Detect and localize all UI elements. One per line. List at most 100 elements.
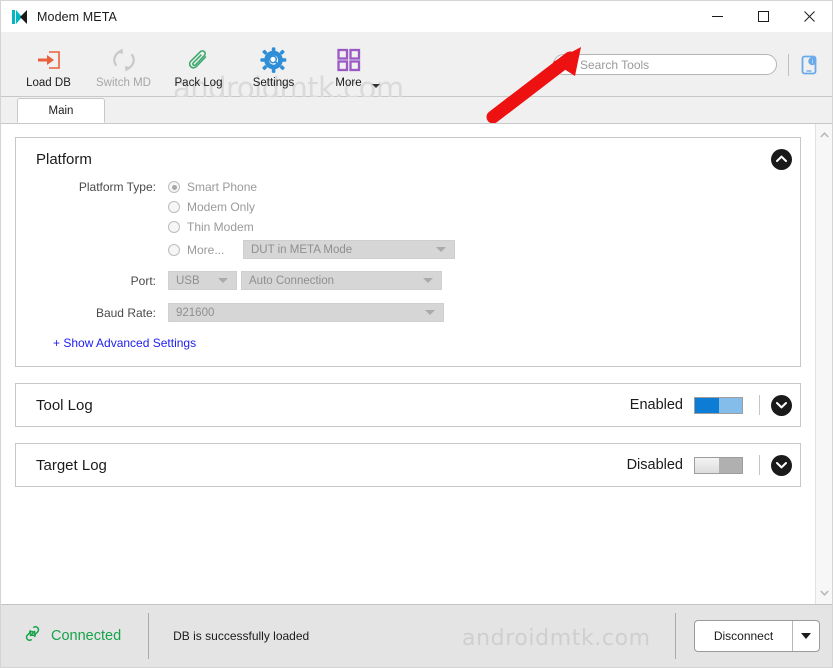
row-thin-modem: Thin Modem [16,220,800,234]
dropdown-port-type[interactable]: USB [168,271,237,290]
chevron-down-circle-icon[interactable] [771,454,792,476]
load-db-icon [32,45,66,75]
tab-main-label: Main [48,104,74,117]
dropdown-dut-mode[interactable]: DUT in META Mode [243,240,455,259]
link-icon [23,624,42,648]
search-input[interactable] [578,56,768,73]
status-bar-divider [148,613,150,659]
radio-thin-modem-indicator [168,221,180,233]
toolbar-button-load-db[interactable]: Load DB [11,41,86,89]
target-log-toggle-track [719,457,742,473]
dropdown-dut-mode-value: DUT in META Mode [251,243,353,256]
connection-status-text: Connected [51,628,122,644]
chevron-down-circle-icon[interactable] [771,394,792,416]
target-log-divider [759,455,760,475]
paperclip-icon [182,45,216,75]
label-port: Port: [130,273,156,288]
tool-log-toggle[interactable] [694,396,743,414]
row-more-dut: More... DUT in META Mode [16,240,800,259]
dropdown-baud-rate-value: 921600 [176,306,215,319]
panel-platform-header: Platform [16,138,800,180]
radio-thin-modem[interactable]: Thin Modem [168,220,254,234]
status-bar-actions: Disconnect [675,613,820,659]
target-log-toggle[interactable] [694,456,743,474]
radio-more[interactable]: More... [168,243,239,257]
radio-more-indicator [168,243,180,256]
toolbar-search-area: i [553,33,832,96]
minimize-button[interactable] [694,1,740,32]
toolbar-button-pack-log[interactable]: Pack Log [161,41,236,89]
panel-tool-log-title: Tool Log [36,396,93,414]
label-baud-rate: Baud Rate: [95,305,156,320]
tab-main[interactable]: Main [17,98,105,123]
toolbar-button-more[interactable]: More [311,41,386,89]
toolbar-label-settings: Settings [252,76,295,89]
connection-status: Connected [23,624,121,648]
toolbar-button-switch-md[interactable]: Switch MD [86,41,161,89]
status-bar: Connected DB is successfully loaded andr… [1,604,832,667]
chevron-up-circle-icon[interactable] [771,148,792,170]
panel-tool-log-header: Tool Log Enabled [16,384,800,426]
toolbar-button-settings[interactable]: Settings [236,41,311,89]
panel-platform-body: Platform Type: Smart Phone Modem Only Th… [16,180,800,366]
radio-smart-phone-label: Smart Phone [187,180,258,194]
maximize-button[interactable] [740,1,786,32]
radio-modem-only-label: Modem Only [187,200,256,214]
switch-md-icon [107,45,141,75]
radio-more-label: More... [187,242,225,257]
toolbar-buttons: Load DB Switch MD Pack Log Settings More [1,41,386,89]
chevron-down-icon [436,247,446,252]
toolbar-divider [788,53,789,76]
search-icon [562,56,573,74]
radio-smart-phone[interactable]: Smart Phone [168,180,257,194]
panel-target-log: Target Log Disabled [15,443,801,487]
target-log-toggle-knob [695,457,719,473]
chevron-down-icon [423,278,433,283]
toolbar-label-load-db: Load DB [26,76,71,89]
application-window: Modem META androidmtk.com Load DB Switch… [0,0,833,668]
disconnect-button-group[interactable]: Disconnect [694,620,820,652]
row-modem-only: Modem Only [16,200,800,214]
dropdown-baud-rate[interactable]: 921600 [168,303,444,322]
gear-icon [257,45,291,75]
chevron-up-icon[interactable] [816,128,833,142]
disconnect-button[interactable]: Disconnect [695,621,792,651]
toolbar-label-switch-md: Switch MD [96,76,151,89]
toolbar-label-more: More [335,76,362,89]
tab-strip: Main [1,97,832,124]
row-baud-rate: Baud Rate: 921600 [16,303,800,322]
radio-modem-only[interactable]: Modem Only [168,200,255,214]
tool-log-divider [759,395,760,415]
close-button[interactable] [786,1,832,32]
title-bar: Modem META [1,1,832,33]
show-advanced-settings-link[interactable]: + Show Advanced Settings [53,336,800,350]
window-title: Modem META [37,9,117,24]
row-platform-type: Platform Type: Smart Phone [16,180,800,194]
panel-target-log-header: Target Log Disabled [16,444,800,486]
content-scrollbar[interactable] [815,124,832,604]
content-inner: Platform Platform Type: Smart Phone Mode… [1,124,815,604]
dropdown-port-connection-value: Auto Connection [249,274,335,287]
dropdown-port-connection[interactable]: Auto Connection [241,271,442,290]
more-caret-icon[interactable] [372,83,380,88]
panel-target-log-title: Target Log [36,456,107,474]
toolbar-label-pack-log: Pack Log [174,76,223,89]
caret-down-icon [801,633,811,639]
disconnect-dropdown-button[interactable] [793,621,819,651]
status-watermark: androidmtk.com [462,626,651,651]
panel-platform-title: Platform [36,150,92,168]
chevron-down-icon [425,310,435,315]
chevron-down-icon[interactable] [816,586,833,600]
device-info-icon[interactable]: i [798,54,820,76]
chevron-down-icon [218,278,228,283]
row-port: Port: USB Auto Connection [16,271,800,290]
search-box[interactable] [553,54,777,75]
main-toolbar: androidmtk.com Load DB Switch MD Pack Lo… [1,33,832,105]
grid-icon [332,45,366,75]
tool-log-toggle-knob [695,397,719,413]
radio-smart-phone-indicator [168,181,180,193]
radio-modem-only-indicator [168,201,180,213]
status-bar-divider-2 [675,613,676,659]
dropdown-port-type-value: USB [176,274,200,287]
tool-log-toggle-track [719,397,742,413]
